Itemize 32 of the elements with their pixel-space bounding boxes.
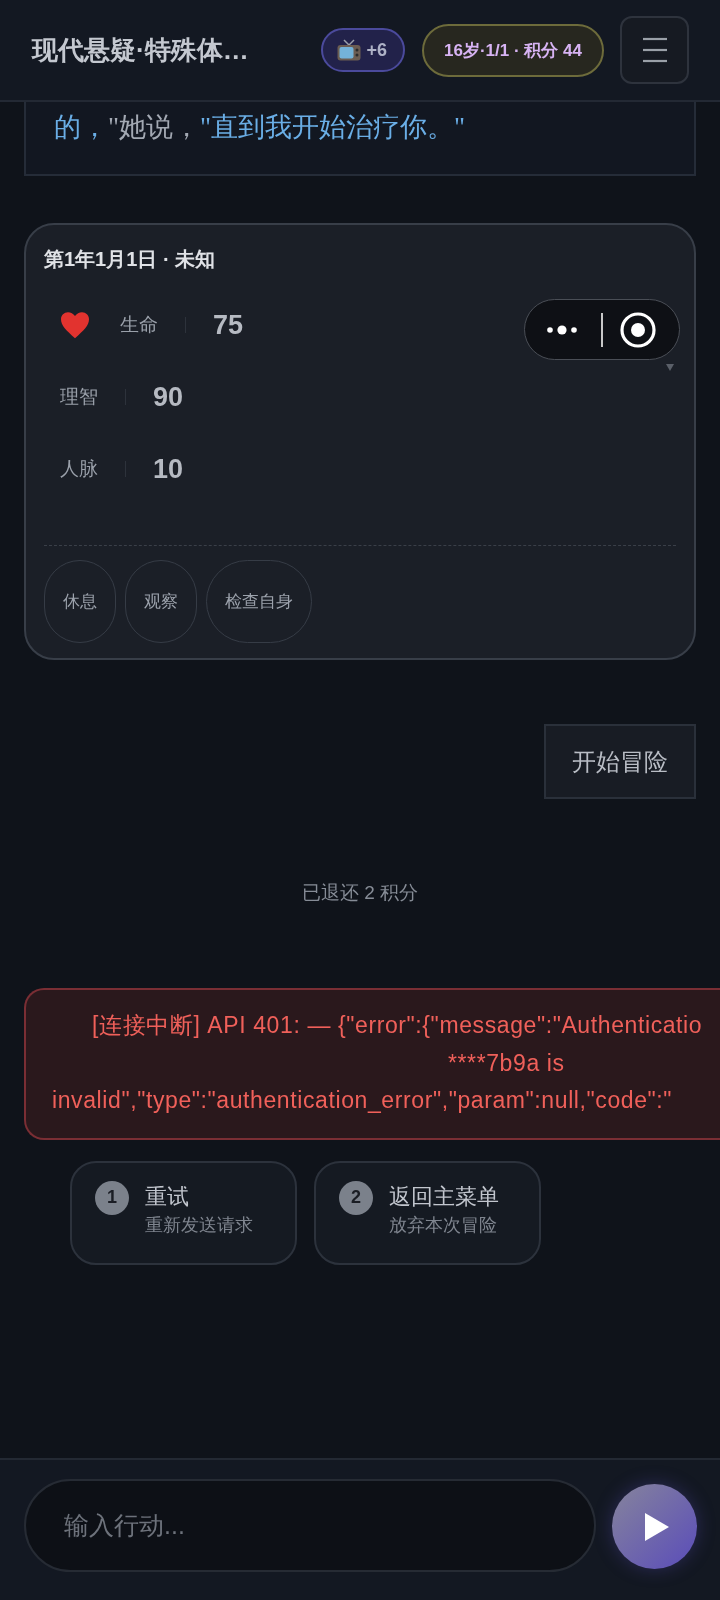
stat-value: 75 [213, 309, 244, 341]
status-badge: 16岁·1/1 · 积分 44 [422, 23, 604, 77]
app-title: 现代悬疑·特殊体… [32, 33, 250, 67]
date-title: 第1年1月1日 · 未知 [44, 247, 217, 272]
story-text: 的，"她说，"直到我开始治疗你。" [54, 111, 467, 144]
option-title: 重试 [145, 1182, 190, 1211]
menu-button[interactable] [620, 16, 689, 84]
play-icon [645, 1512, 669, 1541]
action-input[interactable]: 输入行动... [24, 1479, 596, 1572]
error-message: [连接中断] API 401: — {"error":{"message":"Authenticatio ****7b9a is invalid","type":"authentication_error","param":null,"code":" [51, 1011, 704, 1115]
heart-icon [60, 311, 90, 339]
option-number: 2 [339, 1180, 373, 1215]
option-button[interactable]: 2 返回主菜单 放弃本次冒险 [314, 1160, 541, 1265]
stat-label: 生命 [120, 313, 158, 337]
menu-icon [641, 37, 668, 63]
more-icon[interactable] [547, 324, 577, 335]
option-title: 返回主菜单 [389, 1182, 499, 1211]
option-button[interactable]: 1 重试 重新发送请求 [70, 1160, 297, 1265]
ring-icon[interactable] [619, 311, 656, 348]
option-number: 1 [95, 1180, 129, 1215]
caret-icon [666, 364, 674, 371]
option-subtitle: 重新发送请求 [145, 1213, 253, 1237]
send-button[interactable] [612, 1484, 697, 1569]
option-subtitle: 放弃本次冒险 [389, 1213, 498, 1237]
stat-label: 理智 [60, 385, 98, 409]
tv-icon [336, 39, 361, 61]
stat-value: 90 [153, 381, 184, 413]
user-message: 开始冒险 [544, 724, 696, 799]
stat-value: 10 [153, 453, 184, 485]
system-note: 已退还 2 积分 [301, 881, 419, 905]
reward-badge-button[interactable]: +6 [320, 28, 406, 72]
stat-label: 人脉 [60, 457, 98, 481]
